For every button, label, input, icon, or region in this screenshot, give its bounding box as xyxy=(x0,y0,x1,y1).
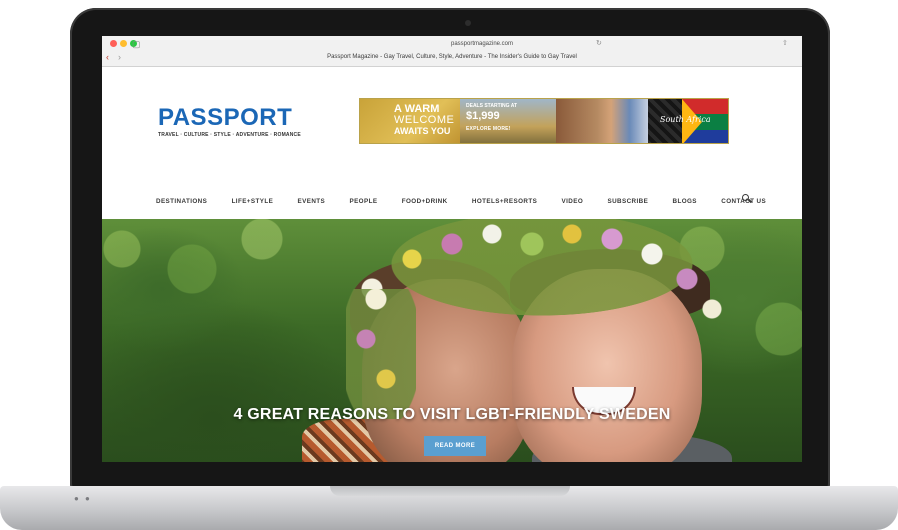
ad-deals-label: DEALS STARTING AT xyxy=(466,103,518,109)
nav-blogs[interactable]: BLOGS xyxy=(673,198,697,205)
ad-price: $1,999 xyxy=(466,110,500,122)
sidebar-icon[interactable]: ▢ xyxy=(132,39,141,50)
reload-icon[interactable]: ↻ xyxy=(596,39,602,47)
webcam xyxy=(465,20,471,26)
nav-lifestyle[interactable]: LIFE+STYLE xyxy=(232,198,274,205)
ad-cta[interactable]: EXPLORE MORE! xyxy=(466,126,511,132)
address-text: passportmagazine.com xyxy=(450,41,514,47)
indicator-lights: ● ● xyxy=(74,494,92,503)
ad-people-image xyxy=(556,99,648,143)
hero-flower-crown-left xyxy=(346,289,416,419)
back-arrow-icon[interactable]: ‹ xyxy=(106,52,109,62)
site-logo[interactable]: PASSPORT TRAVEL · CULTURE · STYLE · ADVE… xyxy=(158,104,301,139)
window-close-button[interactable] xyxy=(110,40,117,47)
nav-people[interactable]: PEOPLE xyxy=(349,198,377,205)
share-icon[interactable]: ⇧ xyxy=(782,39,788,47)
hero-banner[interactable] xyxy=(102,219,802,462)
nav-subscribe[interactable]: SUBSCRIBE xyxy=(607,198,648,205)
laptop-notch xyxy=(330,486,570,496)
ad-subheading: WELCOME xyxy=(394,114,455,126)
main-navigation: DESTINATIONS LIFE+STYLE EVENTS PEOPLE FO… xyxy=(156,194,766,208)
hero-title[interactable]: 4 GREAT REASONS TO VISIT LGBT-FRIENDLY S… xyxy=(102,406,802,424)
banner-ad[interactable]: A WARM WELCOME AWAITS YOU DEALS STARTING… xyxy=(359,98,729,144)
logo-wordmark: PASSPORT xyxy=(158,104,293,131)
address-bar[interactable]: passportmagazine.com xyxy=(352,39,612,49)
window-minimize-button[interactable] xyxy=(120,40,127,47)
ad-destination: South Africa xyxy=(660,115,711,124)
screen: ‹ › ▢ passportmagazine.com ↻ ⇧ Passport … xyxy=(102,36,802,462)
ad-flag-panel: South Africa xyxy=(648,99,728,143)
nav-destinations[interactable]: DESTINATIONS xyxy=(156,198,207,205)
logo-tagline: TRAVEL · CULTURE · STYLE · ADVENTURE · R… xyxy=(158,132,301,138)
nav-video[interactable]: VIDEO xyxy=(562,198,584,205)
browser-toolbar: ‹ › ▢ passportmagazine.com ↻ ⇧ Passport … xyxy=(102,36,802,67)
tab-title[interactable]: Passport Magazine - Gay Travel, Culture,… xyxy=(252,54,652,60)
ad-subheading-2: AWAITS YOU xyxy=(394,126,451,136)
nav-hotels-resorts[interactable]: HOTELS+RESORTS xyxy=(472,198,537,205)
read-more-button[interactable]: READ MORE xyxy=(424,436,486,456)
search-icon[interactable] xyxy=(741,192,753,206)
nav-events[interactable]: EVENTS xyxy=(298,198,326,205)
forward-arrow-icon[interactable]: › xyxy=(118,52,121,62)
nav-food-drink[interactable]: FOOD+DRINK xyxy=(402,198,448,205)
